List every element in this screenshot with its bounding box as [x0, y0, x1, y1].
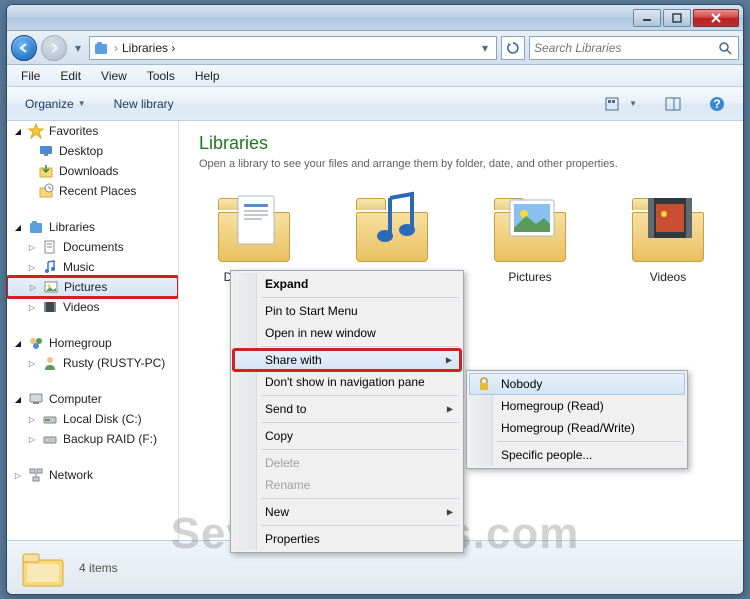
status-count: 4 items [79, 561, 118, 575]
svg-text:?: ? [713, 97, 720, 111]
ctx-copy[interactable]: Copy [233, 425, 461, 447]
ctx-send-to[interactable]: Send to▶ [233, 398, 461, 420]
sidebar-item-videos[interactable]: ▷Videos [7, 297, 178, 317]
submenu-arrow-icon: ▶ [447, 508, 453, 517]
desktop-icon [37, 142, 55, 160]
sidebar-item-backup[interactable]: ▷Backup RAID (F:) [7, 429, 178, 449]
sidebar-computer[interactable]: ◢Computer [7, 389, 178, 409]
address-dropdown[interactable]: ▾ [476, 41, 494, 55]
share-submenu: Nobody Homegroup (Read) Homegroup (Read/… [466, 370, 688, 469]
sidebar-item-documents[interactable]: ▷Documents [7, 237, 178, 257]
toolbar: Organize ▼ New library ▼ ? [7, 87, 743, 121]
libraries-icon [27, 218, 45, 236]
videos-icon [624, 190, 712, 262]
submenu-arrow-icon: ▶ [446, 356, 452, 365]
sidebar-network[interactable]: ▷Network [7, 465, 178, 485]
context-menu: Expand Pin to Start Menu Open in new win… [230, 270, 464, 553]
music-icon [41, 258, 59, 276]
ctx-properties[interactable]: Properties [233, 528, 461, 550]
library-videos[interactable]: Videos [613, 190, 723, 284]
page-subtitle: Open a library to see your files and arr… [199, 158, 723, 170]
libraries-icon [92, 39, 110, 57]
breadcrumb[interactable]: Libraries › [122, 41, 472, 55]
new-library-button[interactable]: New library [104, 93, 184, 115]
drive-icon [41, 430, 59, 448]
forward-button [41, 35, 67, 61]
search-box[interactable] [529, 36, 739, 60]
refresh-button[interactable] [501, 36, 525, 60]
drive-icon [41, 410, 59, 428]
sidebar-item-localdisk[interactable]: ▷Local Disk (C:) [7, 409, 178, 429]
documents-icon [41, 238, 59, 256]
videos-icon [41, 298, 59, 316]
ctx-share-nobody[interactable]: Nobody [469, 373, 685, 395]
ctx-new[interactable]: New▶ [233, 501, 461, 523]
sidebar-favorites[interactable]: ◢Favorites [7, 121, 178, 141]
menu-edit[interactable]: Edit [50, 66, 91, 86]
ctx-pin-start[interactable]: Pin to Start Menu [233, 300, 461, 322]
network-icon [27, 466, 45, 484]
homegroup-icon [27, 334, 45, 352]
pictures-icon [486, 190, 574, 262]
computer-icon [27, 390, 45, 408]
sidebar-item-music[interactable]: ▷Music [7, 257, 178, 277]
titlebar [7, 5, 743, 31]
sidebar-libraries[interactable]: ◢Libraries [7, 217, 178, 237]
ctx-rename: Rename [233, 474, 461, 496]
ctx-open-new-window[interactable]: Open in new window [233, 322, 461, 344]
folder-icon [19, 548, 67, 588]
sidebar-item-recent[interactable]: Recent Places [7, 181, 178, 201]
breadcrumb-separator[interactable]: › [114, 41, 118, 55]
library-pictures[interactable]: Pictures [475, 190, 585, 284]
sidebar-item-downloads[interactable]: Downloads [7, 161, 178, 181]
menu-file[interactable]: File [11, 66, 50, 86]
sidebar-item-rusty[interactable]: ▷Rusty (RUSTY-PC) [7, 353, 178, 373]
preview-pane-button[interactable] [655, 93, 691, 115]
search-icon[interactable] [718, 41, 734, 55]
sidebar-homegroup[interactable]: ◢Homegroup [7, 333, 178, 353]
music-icon [348, 190, 436, 262]
ctx-share-with[interactable]: Share with▶ [233, 349, 461, 371]
address-bar[interactable]: › Libraries › ▾ [89, 36, 497, 60]
recent-icon [37, 182, 55, 200]
lock-icon [476, 376, 492, 392]
ctx-share-hg-read[interactable]: Homegroup (Read) [469, 395, 685, 417]
maximize-button[interactable] [663, 9, 691, 27]
menubar: File Edit View Tools Help [7, 65, 743, 87]
ctx-delete: Delete [233, 452, 461, 474]
organize-button[interactable]: Organize ▼ [15, 93, 96, 115]
search-input[interactable] [534, 41, 714, 55]
help-button[interactable]: ? [699, 92, 735, 116]
page-title: Libraries [199, 133, 723, 154]
view-mode-button[interactable]: ▼ [595, 93, 647, 115]
sidebar-item-pictures[interactable]: ▷Pictures [7, 277, 178, 297]
back-button[interactable] [11, 35, 37, 61]
pictures-icon [42, 278, 60, 296]
navigation-pane: ◢Favorites Desktop Downloads Recent Plac… [7, 121, 179, 540]
submenu-arrow-icon: ▶ [447, 405, 453, 414]
close-button[interactable] [693, 9, 739, 27]
star-icon [27, 122, 45, 140]
navigation-bar: ▾ › Libraries › ▾ [7, 31, 743, 65]
menu-help[interactable]: Help [185, 66, 230, 86]
ctx-share-hg-rw[interactable]: Homegroup (Read/Write) [469, 417, 685, 439]
sidebar-item-desktop[interactable]: Desktop [7, 141, 178, 161]
downloads-icon [37, 162, 55, 180]
menu-tools[interactable]: Tools [137, 66, 185, 86]
menu-view[interactable]: View [91, 66, 137, 86]
documents-icon [210, 190, 298, 262]
ctx-expand[interactable]: Expand [233, 273, 461, 295]
user-icon [41, 354, 59, 372]
minimize-button[interactable] [633, 9, 661, 27]
ctx-share-specific[interactable]: Specific people... [469, 444, 685, 466]
ctx-dont-show-nav[interactable]: Don't show in navigation pane [233, 371, 461, 393]
nav-history-dropdown[interactable]: ▾ [71, 35, 85, 61]
